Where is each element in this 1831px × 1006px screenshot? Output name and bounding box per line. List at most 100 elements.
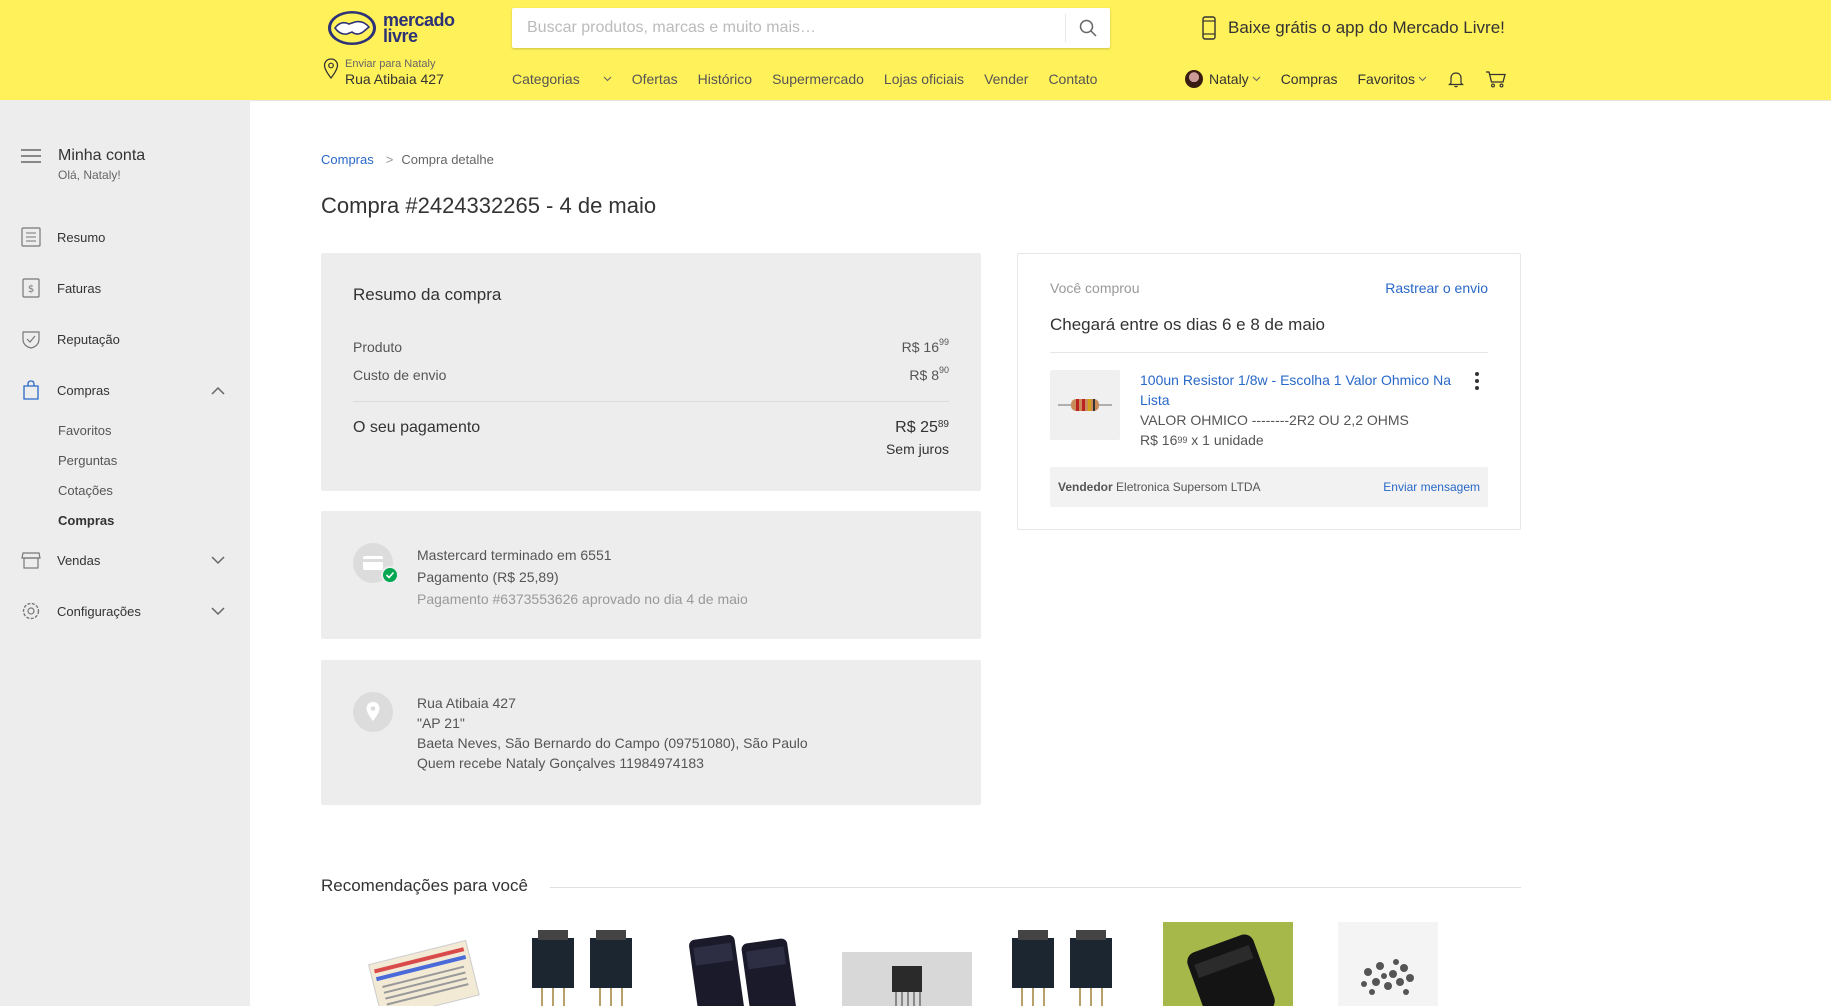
order-item-card: Você comprou Rastrear o envio Chegará en… <box>1017 253 1521 530</box>
nav-ofertas[interactable]: Ofertas <box>632 71 678 87</box>
cart-icon <box>1486 71 1506 88</box>
arrival-estimate: Chegará entre os dias 6 e 8 de maio <box>1050 315 1326 334</box>
recommendation-item[interactable] <box>1163 922 1293 1006</box>
transistor-image <box>532 930 632 1006</box>
address-line-city: Baeta Neves, São Bernardo do Campo (0975… <box>417 735 808 751</box>
chevron-up-icon <box>211 386 225 395</box>
purchase-summary-card: Resumo da compra Produto R$ 1699 Custo d… <box>321 253 981 491</box>
bought-label: Você comprou <box>1050 280 1140 296</box>
shipping-address-card: Rua Atibaia 427 "AP 21" Baeta Neves, São… <box>321 660 981 805</box>
location-pin-icon <box>323 58 339 80</box>
sidebar-item-compras[interactable]: Compras <box>20 379 225 401</box>
favorites-menu[interactable]: Favoritos <box>1357 71 1427 87</box>
user-menu[interactable]: Nataly <box>1185 70 1261 88</box>
product-price: R$ 1699 <box>901 337 949 355</box>
main-nav: Categorias Ofertas Histórico Supermercad… <box>512 71 1117 87</box>
location-address: Rua Atibaia 427 <box>345 71 444 87</box>
resistor-image <box>1058 399 1112 411</box>
sidebar-sub-favoritos[interactable]: Favoritos <box>58 423 111 438</box>
breadboard-image <box>368 939 480 1006</box>
nav-lojas-oficiais[interactable]: Lojas oficiais <box>884 71 964 87</box>
product-variant: VALOR OHMICO --------2R2 OU 2,2 OHMS <box>1140 412 1409 428</box>
nav-categorias[interactable]: Categorias <box>512 71 612 87</box>
sidebar-sub-compras[interactable]: Compras <box>58 513 114 528</box>
sidebar-sub-cotacoes[interactable]: Cotações <box>58 483 113 498</box>
transistor-image <box>1012 930 1112 1006</box>
recommendation-item[interactable] <box>683 922 808 1006</box>
hamburger-menu-icon <box>21 149 41 163</box>
sidebar-sub-perguntas[interactable]: Perguntas <box>58 453 117 468</box>
chevron-down-icon <box>211 555 225 564</box>
sidebar-item-vendas[interactable]: Vendas <box>20 549 225 571</box>
mercado-livre-logo[interactable]: mercado livre <box>327 8 467 48</box>
sidebar-item-reputacao[interactable]: Reputação <box>20 328 225 350</box>
sidebar-header[interactable]: Minha conta Olá, Nataly! <box>20 146 145 184</box>
app-promo-link[interactable]: Baixe grátis o app do Mercado Livre! <box>1202 16 1505 40</box>
search-button[interactable] <box>1065 14 1110 42</box>
ic-chip-image <box>842 952 972 1006</box>
recommendation-item[interactable] <box>1010 922 1118 1006</box>
sidebar-title: Minha conta <box>58 147 146 164</box>
summary-shipping-row: Custo de envio R$ 890 <box>353 365 949 383</box>
recommendation-item[interactable] <box>360 922 485 1006</box>
recommendations-divider <box>550 887 1521 888</box>
seller-name: Eletronica Supersom LTDA <box>1116 480 1261 494</box>
breadcrumb-compras-link[interactable]: Compras <box>321 152 374 167</box>
recommendation-item[interactable] <box>530 922 638 1006</box>
nav-compras[interactable]: Compras <box>1281 71 1338 87</box>
recommendations-title: Recomendações para você <box>321 876 528 895</box>
delivery-location[interactable]: Enviar para Nataly Rua Atibaia 427 <box>323 58 444 87</box>
payment-amount: Pagamento (R$ 25,89) <box>417 569 559 585</box>
payment-approval: Pagamento #6373553626 aprovado no dia 4 … <box>417 591 748 607</box>
capacitor-image <box>1163 922 1293 1006</box>
seller-bar: Vendedor Eletronica Supersom LTDA Enviar… <box>1050 467 1488 507</box>
search-input[interactable] <box>512 8 1065 48</box>
summary-product-row: Produto R$ 1699 <box>353 337 949 355</box>
reputation-badge-icon <box>20 328 42 350</box>
breadcrumb-separator: > <box>385 152 394 167</box>
location-label: Enviar para Nataly <box>345 58 436 70</box>
search-icon <box>1079 19 1097 37</box>
sidebar-item-resumo[interactable]: Resumo <box>20 226 225 248</box>
location-pin-icon <box>353 692 393 732</box>
breadcrumb: Compras > Compra detalhe <box>321 152 494 167</box>
page-title: Compra #2424332265 - 4 de maio <box>321 193 657 218</box>
user-nav: Nataly Compras Favoritos <box>1185 70 1527 88</box>
nav-supermercado[interactable]: Supermercado <box>772 71 864 87</box>
payment-note: Sem juros <box>885 441 949 457</box>
svg-text:$: $ <box>28 284 34 295</box>
summary-payment-row: O seu pagamento R$ 2589 Sem juros <box>353 419 949 457</box>
seller-label: Vendedor <box>1058 480 1113 494</box>
summary-title: Resumo da compra <box>353 285 502 304</box>
product-title-link[interactable]: 100un Resistor 1/8w - Escolha 1 Valor Oh… <box>1140 370 1460 410</box>
search-bar <box>512 8 1110 48</box>
store-icon <box>20 549 42 571</box>
bell-icon <box>1448 72 1465 88</box>
sidebar-greeting: Olá, Nataly! <box>58 168 121 182</box>
header: mercado livre Baixe grátis o app do Merc… <box>0 0 1831 100</box>
handshake-logo-icon <box>328 11 376 45</box>
more-options-icon[interactable] <box>1474 372 1480 390</box>
recommendation-item[interactable] <box>1338 922 1438 1006</box>
payment-card-info: Mastercard terminado em 6551 <box>417 547 612 563</box>
nav-contato[interactable]: Contato <box>1048 71 1097 87</box>
recommendation-item[interactable] <box>842 952 972 1006</box>
address-line-complement: "AP 21" <box>417 715 465 731</box>
invoice-dollar-icon: $ <box>20 277 42 299</box>
track-shipment-link[interactable]: Rastrear o envio <box>1385 280 1488 296</box>
list-icon <box>20 226 42 248</box>
sidebar-item-configuracoes[interactable]: Configurações <box>20 600 225 622</box>
shopping-bag-icon <box>20 379 42 401</box>
sidebar-item-faturas[interactable]: $ Faturas <box>20 277 225 299</box>
components-pile-image <box>1338 922 1438 1006</box>
order-divider <box>1050 352 1488 353</box>
send-message-link[interactable]: Enviar mensagem <box>1383 480 1480 494</box>
notifications-button[interactable] <box>1447 70 1465 88</box>
check-icon <box>381 566 399 584</box>
breadcrumb-current: Compra detalhe <box>401 152 494 167</box>
nav-vender[interactable]: Vender <box>984 71 1028 87</box>
chevron-down-icon <box>211 606 225 615</box>
product-thumbnail[interactable] <box>1050 370 1120 440</box>
cart-button[interactable] <box>1485 70 1507 88</box>
nav-historico[interactable]: Histórico <box>698 71 752 87</box>
